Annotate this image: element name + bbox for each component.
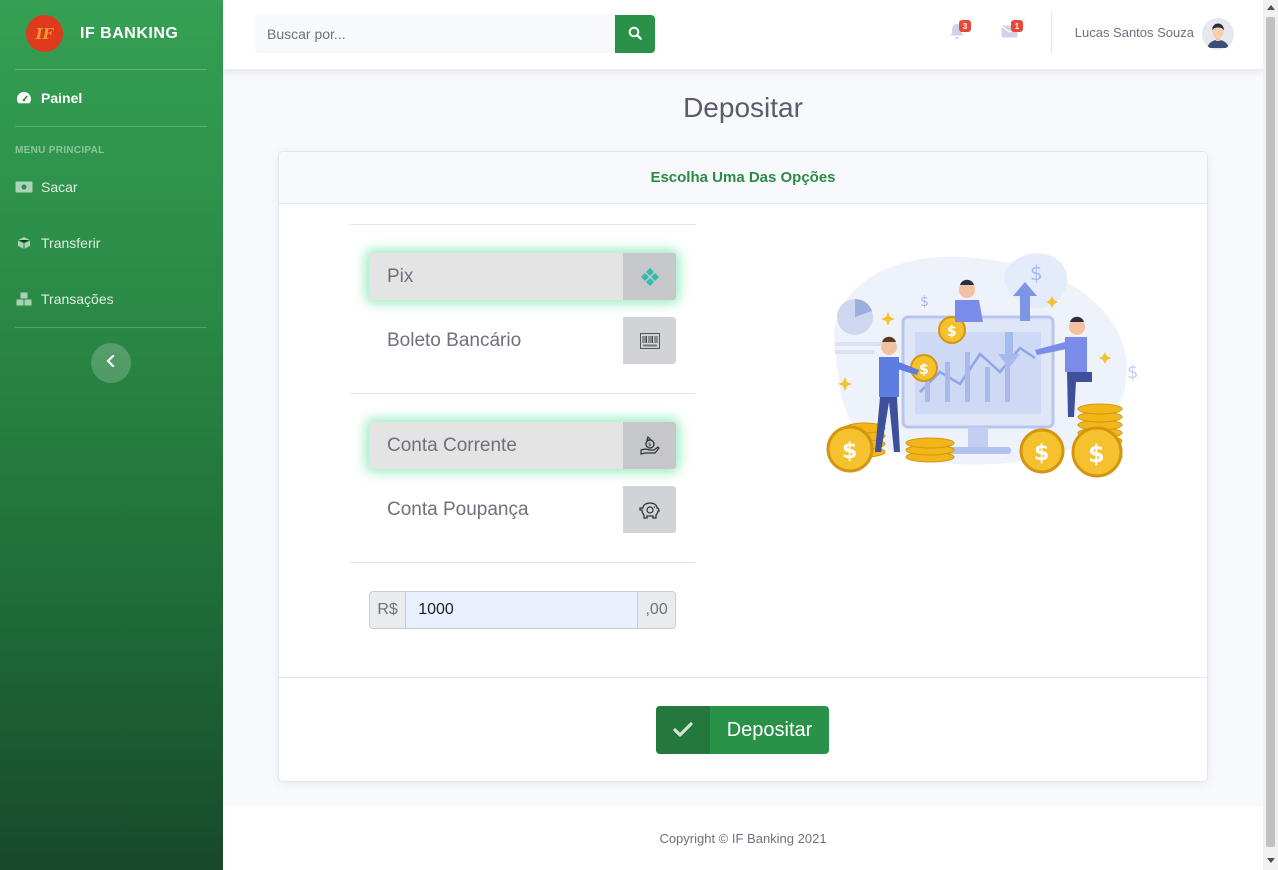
option-conta-corrente[interactable]: Conta Corrente $: [369, 422, 676, 469]
tachometer-icon: [15, 91, 33, 105]
sidebar-item-label: Sacar: [41, 179, 78, 195]
scroll-up-arrow[interactable]: [1267, 5, 1275, 10]
check-icon: [656, 706, 710, 754]
deposit-button[interactable]: Depositar: [656, 706, 829, 754]
sidebar-toggle-button[interactable]: [91, 343, 131, 383]
footer: Copyright © IF Banking 2021: [223, 806, 1263, 870]
pix-icon: [623, 253, 676, 300]
svg-text:$: $: [648, 442, 651, 448]
sidebar: IF IF BANKING Painel MENU PRINCIPAL Saca…: [0, 0, 223, 870]
sidebar-item-transferir[interactable]: Transferir: [15, 231, 100, 255]
option-label: Pix: [387, 265, 414, 287]
scroll-down-arrow[interactable]: [1267, 858, 1275, 863]
search-icon: [628, 26, 642, 43]
card-header: Escolha Uma Das Opções: [279, 152, 1207, 204]
piggy-bank-icon: [623, 486, 676, 533]
currency-prefix: R$: [370, 592, 407, 628]
amount-input-group: R$ ,00: [369, 591, 676, 629]
sidebar-heading: MENU PRINCIPAL: [15, 145, 105, 156]
sidebar-item-painel[interactable]: Painel: [15, 86, 82, 110]
svg-text:$: $: [919, 362, 929, 378]
topbar-divider: [1051, 12, 1052, 54]
search-input[interactable]: [255, 15, 615, 53]
card-footer-divider: [279, 677, 1207, 678]
search-bar: [255, 15, 655, 53]
user-name[interactable]: Lucas Santos Souza: [1075, 25, 1194, 40]
option-pix[interactable]: Pix: [369, 253, 676, 300]
option-conta-poupanca[interactable]: Conta Poupança: [369, 486, 676, 533]
chevron-left-icon: [106, 354, 116, 372]
option-label: Conta Corrente: [387, 434, 517, 456]
svg-text:$: $: [842, 439, 857, 464]
messages-badge: 1: [1011, 20, 1023, 32]
cube-icon: [15, 236, 33, 250]
sidebar-item-label: Transferir: [41, 235, 101, 251]
money-hand-icon: $: [623, 422, 676, 469]
option-label: Conta Poupança: [387, 498, 529, 520]
sidebar-divider: [15, 327, 207, 328]
topbar: 3 1 Lucas Santos Souza: [223, 0, 1263, 69]
amount-input[interactable]: [406, 592, 638, 628]
page-title: Depositar: [683, 92, 803, 123]
finance-illustration: $ $ $ $ $ $ $ $: [755, 222, 1177, 512]
option-boleto[interactable]: Boleto Bancário: [369, 317, 676, 364]
deposit-button-label: Depositar: [726, 718, 813, 741]
sidebar-divider: [15, 126, 207, 127]
search-button[interactable]: [615, 15, 655, 53]
sidebar-item-sacar[interactable]: Sacar: [15, 175, 78, 199]
svg-text:$: $: [1030, 261, 1043, 285]
scrollbar-thumb[interactable]: [1266, 17, 1275, 847]
sidebar-item-label: Painel: [41, 90, 83, 106]
messages-button[interactable]: 1: [997, 20, 1023, 46]
brand-logo: IF: [26, 15, 63, 52]
avatar[interactable]: [1202, 18, 1234, 50]
cents-suffix: ,00: [637, 592, 675, 628]
deposit-card: Escolha Uma Das Opções Pix Boleto Bancár…: [278, 151, 1208, 782]
svg-text:$: $: [1034, 441, 1049, 466]
money-bill-icon: [15, 180, 33, 194]
section-divider: [349, 562, 696, 563]
scrollbar[interactable]: [1263, 0, 1278, 870]
sidebar-item-label: Transações: [41, 291, 114, 307]
cubes-icon: [15, 292, 33, 306]
brand[interactable]: IF IF BANKING: [0, 0, 223, 69]
alerts-badge: 3: [959, 20, 971, 32]
section-divider: [349, 224, 696, 225]
svg-text:$: $: [1088, 440, 1105, 468]
svg-text:$: $: [920, 294, 929, 310]
sidebar-item-transacoes[interactable]: Transações: [15, 287, 114, 311]
barcode-icon: [623, 317, 676, 364]
svg-text:$: $: [947, 324, 957, 340]
option-label: Boleto Bancário: [387, 329, 522, 351]
svg-text:$: $: [1127, 362, 1138, 383]
copyright-text: Copyright © IF Banking 2021: [659, 830, 827, 846]
brand-name: IF BANKING: [80, 25, 179, 42]
section-divider: [349, 393, 696, 394]
alerts-button[interactable]: 3: [945, 20, 971, 46]
sidebar-divider: [15, 69, 207, 70]
